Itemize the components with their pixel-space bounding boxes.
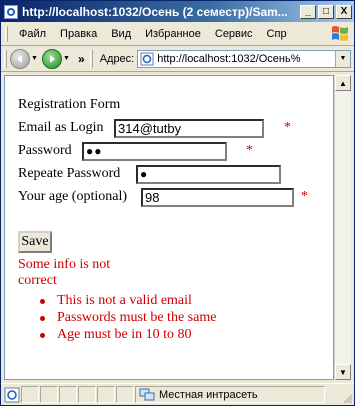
error-text: Age must be in 10 to 80 xyxy=(57,327,192,342)
minimize-button[interactable]: _ xyxy=(300,4,316,19)
menu-tools[interactable]: Сервис xyxy=(208,28,260,40)
error-item: Passwords must be the same xyxy=(40,310,216,327)
toolbar-overflow-chevron[interactable]: » xyxy=(78,52,85,66)
back-arrow-icon xyxy=(17,54,22,63)
error-summary: Some info is not correct xyxy=(18,257,111,288)
window-controls: _ □ X xyxy=(300,4,352,19)
back-button[interactable] xyxy=(10,48,30,69)
save-button[interactable]: Save xyxy=(18,231,52,253)
zone-label: Местная интрасеть xyxy=(159,388,258,401)
intranet-zone-icon xyxy=(139,388,155,400)
age-row: Your age (optional) * xyxy=(18,186,308,209)
email-field[interactable] xyxy=(114,119,264,138)
repeat-password-field[interactable]: ● xyxy=(136,165,281,184)
status-cell xyxy=(59,386,77,403)
email-required-marker: * xyxy=(284,120,291,135)
vertical-scrollbar[interactable]: ▲ ▼ xyxy=(334,75,351,380)
menu-view[interactable]: Вид xyxy=(104,28,138,40)
resize-grip-icon[interactable] xyxy=(341,392,353,404)
error-item: Age must be in 10 to 80 xyxy=(40,327,216,344)
address-label: Адрес: xyxy=(99,52,135,65)
email-row: Email as Login * xyxy=(18,117,291,140)
toolbar-grip[interactable] xyxy=(4,49,7,68)
navigation-toolbar: ▼ ▼ » Адрес: ▼ xyxy=(1,46,354,72)
error-list: This is not a valid email Passwords must… xyxy=(40,293,216,344)
address-bar[interactable]: ▼ xyxy=(137,49,351,68)
close-button[interactable]: X xyxy=(336,4,352,19)
error-text: Passwords must be the same xyxy=(57,310,217,325)
menu-bar: Файл Правка Вид Избранное Сервис Спр xyxy=(1,22,354,46)
menu-favorites[interactable]: Избранное xyxy=(138,28,208,40)
menu-help[interactable]: Спр xyxy=(260,28,294,40)
browser-window: http://localhost:1032/Осень (2 семестр)/… xyxy=(0,0,355,406)
error-text: This is not a valid email xyxy=(57,293,192,308)
repeat-password-label: Repeate Password xyxy=(18,166,121,181)
page-status-icon xyxy=(4,387,20,402)
forward-arrow-icon xyxy=(50,54,55,63)
age-field[interactable] xyxy=(141,188,294,207)
page-viewport: Registration Form Email as Login * Passw… xyxy=(4,75,334,380)
title-bar[interactable]: http://localhost:1032/Осень (2 семестр)/… xyxy=(1,1,354,22)
bullet-icon xyxy=(40,316,45,321)
address-input[interactable] xyxy=(157,52,335,65)
email-label: Email as Login xyxy=(18,120,104,135)
status-cell xyxy=(21,386,39,403)
password-field[interactable]: ●● xyxy=(82,142,227,161)
security-zone: Местная интрасеть xyxy=(135,386,325,403)
age-label: Your age (optional) xyxy=(18,189,128,204)
scroll-down-arrow-icon[interactable]: ▼ xyxy=(335,364,351,380)
bullet-icon xyxy=(40,299,45,304)
address-dropdown-icon[interactable]: ▼ xyxy=(335,50,350,67)
password-required-marker: * xyxy=(246,143,253,158)
bullet-icon xyxy=(40,333,45,338)
status-cell xyxy=(40,386,58,403)
window-title: http://localhost:1032/Осень (2 семестр)/… xyxy=(22,4,288,19)
menu-file[interactable]: Файл xyxy=(12,28,53,40)
status-cell xyxy=(97,386,115,403)
form-heading: Registration Form xyxy=(18,97,121,112)
address-grip[interactable] xyxy=(89,49,93,68)
status-bar: Местная интрасеть xyxy=(1,383,354,405)
back-dropdown-icon[interactable]: ▼ xyxy=(31,55,40,62)
registration-form: Registration Form Email as Login * Passw… xyxy=(18,97,308,342)
status-cell xyxy=(78,386,96,403)
ie-icon xyxy=(4,4,18,19)
page-icon xyxy=(140,52,154,65)
maximize-button[interactable]: □ xyxy=(318,4,334,19)
forward-dropdown-icon[interactable]: ▼ xyxy=(63,55,72,62)
age-required-marker: * xyxy=(301,189,308,204)
error-item: This is not a valid email xyxy=(40,293,216,310)
menu-edit[interactable]: Правка xyxy=(53,28,104,40)
status-cell xyxy=(116,386,134,403)
repeat-password-row: Repeate Password ● xyxy=(18,163,281,186)
windows-logo-icon xyxy=(332,26,348,41)
menu-grip[interactable] xyxy=(5,25,8,42)
forward-button[interactable] xyxy=(42,48,62,69)
password-label: Password xyxy=(18,143,72,158)
password-row: Password ●● * xyxy=(18,140,253,163)
scroll-up-arrow-icon[interactable]: ▲ xyxy=(335,75,351,91)
